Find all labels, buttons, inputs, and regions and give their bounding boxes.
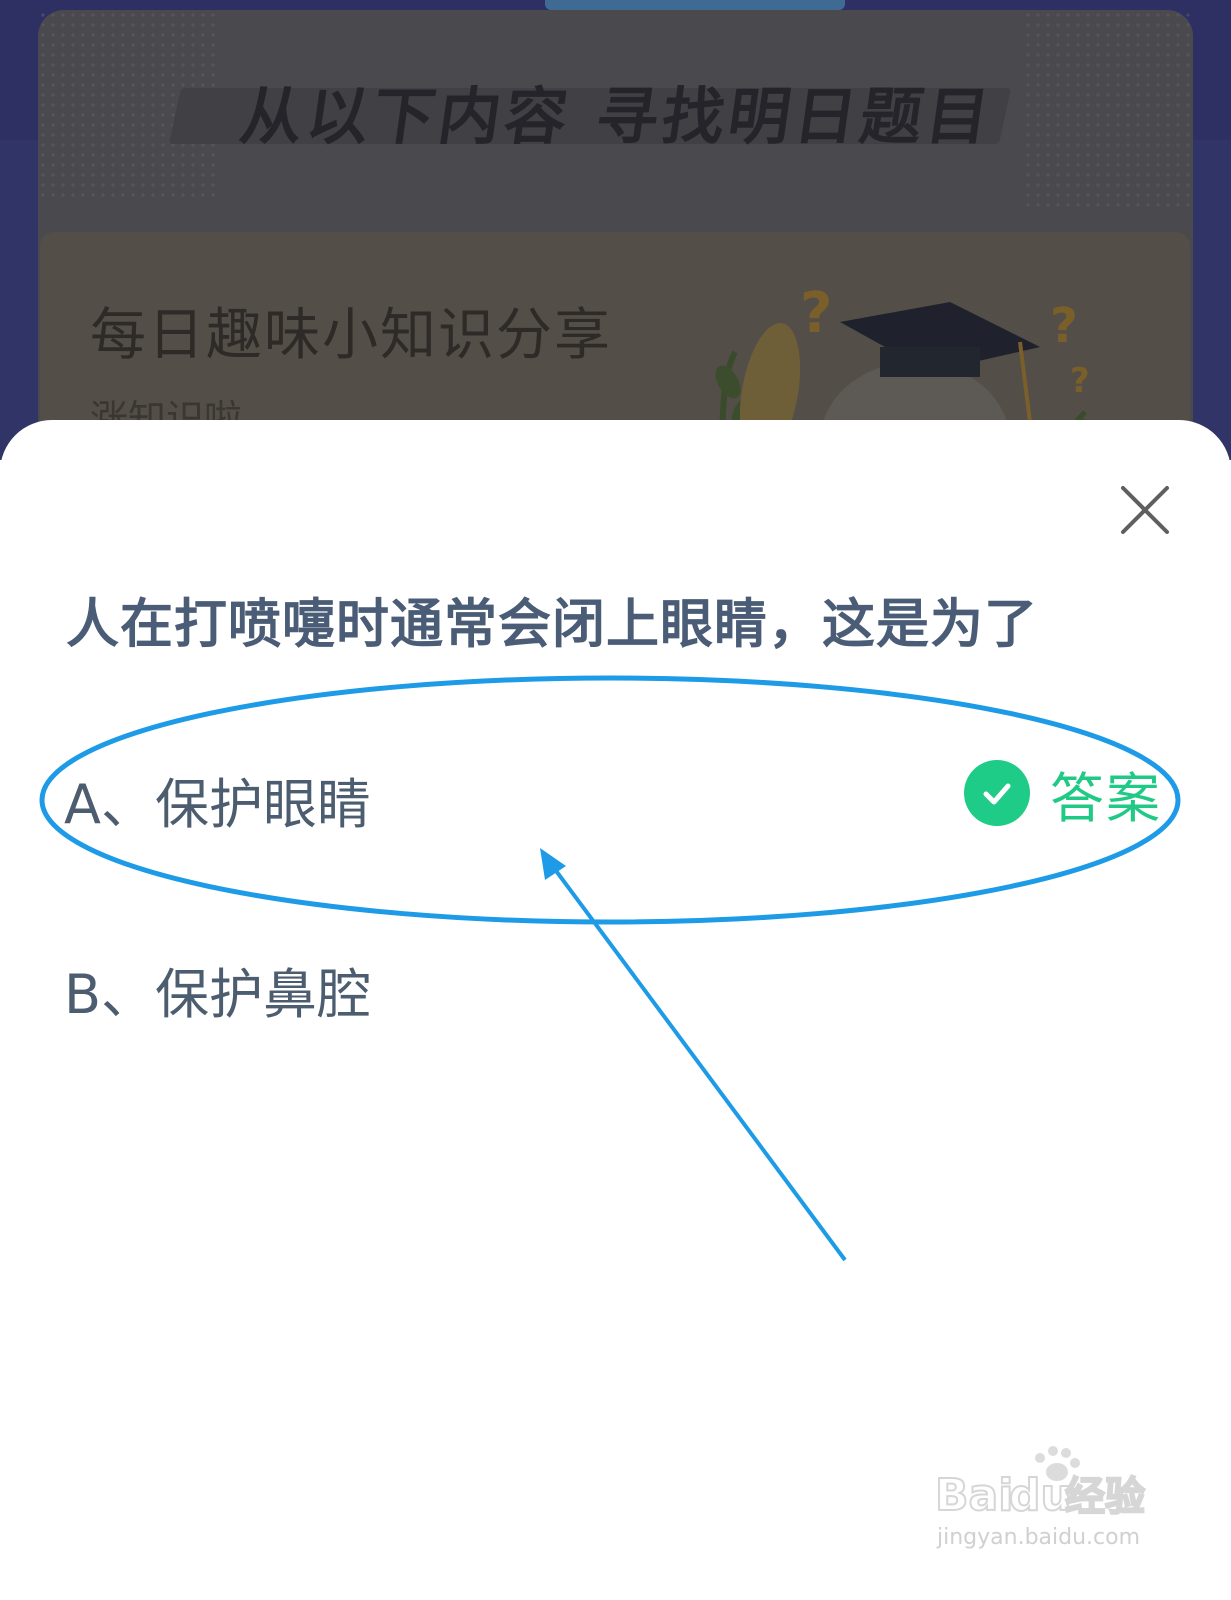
svg-text:?: ?	[1070, 361, 1090, 401]
option-a[interactable]: A、保护眼睛 答案	[64, 750, 1164, 840]
option-b-label: B、保护鼻腔	[64, 963, 372, 1026]
knowledge-card-title: 每日趣味小知识分享	[90, 303, 612, 368]
background-page: 从以下内容 寻找明日题目 每日趣味小知识分享 涨知识啦 ? ? ?	[0, 0, 1231, 460]
answer-badge: 答案	[964, 758, 1162, 830]
top-strip	[545, 0, 845, 10]
svg-text:?: ?	[800, 281, 832, 346]
svg-text:?: ?	[1050, 298, 1078, 354]
option-a-label: A、保护眼睛	[64, 773, 371, 836]
close-icon[interactable]	[1115, 480, 1175, 540]
answer-label: 答案	[1050, 766, 1162, 830]
check-circle-icon	[964, 760, 1030, 826]
banner-title: 从以下内容 寻找明日题目	[235, 80, 998, 153]
question-text: 人在打喷嚏时通常会闭上眼睛，这是为了	[66, 594, 1038, 655]
option-b[interactable]: B、保护鼻腔	[64, 940, 1164, 1030]
